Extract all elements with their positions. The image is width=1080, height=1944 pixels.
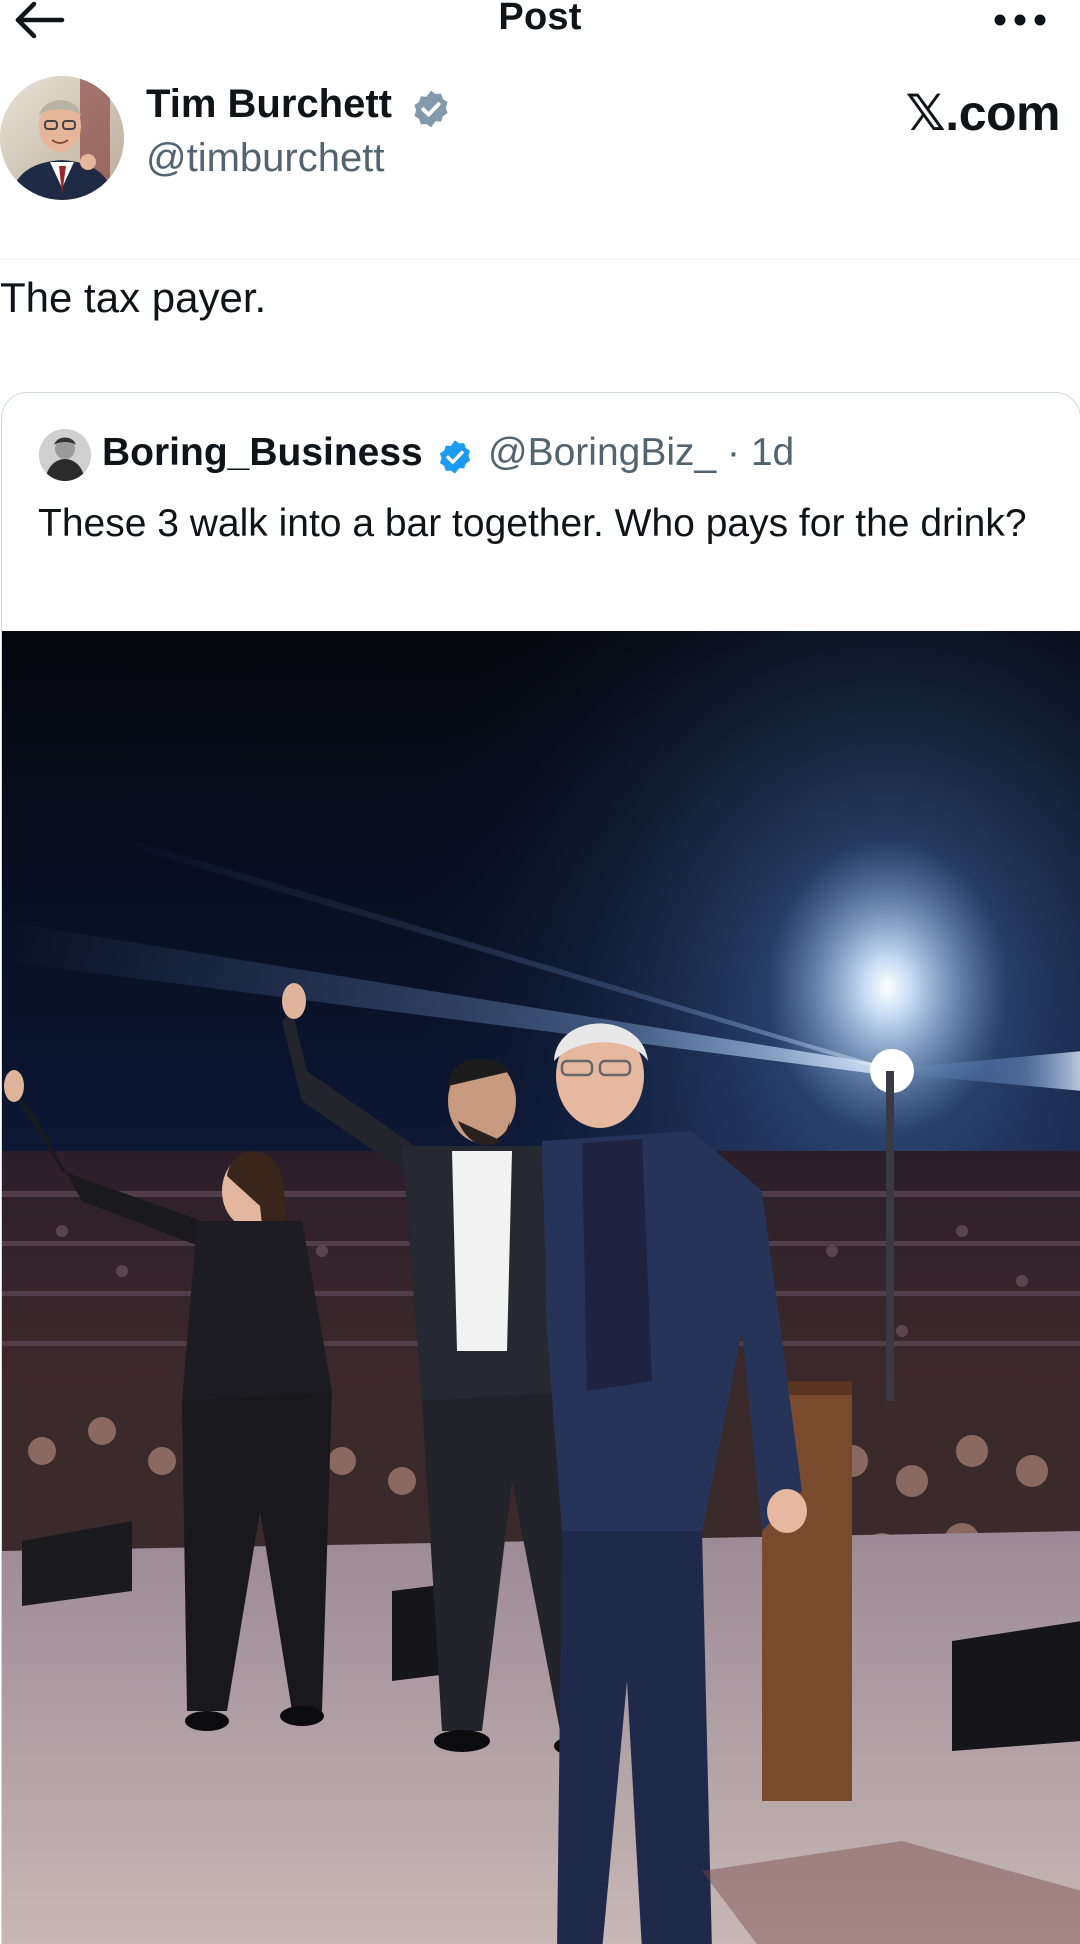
quoted-author-name[interactable]: Boring_Business	[102, 431, 423, 475]
quoted-author-avatar-image	[39, 429, 91, 481]
more-horizontal-icon	[994, 14, 1046, 26]
post-detail-screen: Post Tim Burchett @timburchett 𝕏.com The…	[0, 0, 1080, 1944]
verified-badge-icon	[436, 438, 474, 476]
page-title: Post	[498, 0, 582, 38]
author-name[interactable]: Tim Burchett	[146, 82, 392, 127]
xcom-watermark: 𝕏.com	[905, 85, 1061, 141]
author-avatar[interactable]	[0, 76, 124, 200]
post-text: The tax payer.	[0, 274, 267, 321]
quoted-post-image[interactable]	[2, 631, 1080, 1944]
quoted-handle-and-time[interactable]: @BoringBiz_ · 1d	[488, 431, 794, 475]
more-button[interactable]	[990, 4, 1050, 34]
top-bar: Post	[0, 0, 1080, 46]
quoted-author-avatar[interactable]	[39, 429, 91, 481]
quoted-post-card[interactable]: Boring_Business @BoringBiz_ · 1d These 3…	[1, 392, 1080, 1944]
verified-badge-icon	[410, 88, 452, 130]
author-handle[interactable]: @timburchett	[146, 136, 384, 181]
divider	[0, 259, 1080, 260]
quoted-post-text: These 3 walk into a bar together. Who pa…	[38, 502, 1027, 545]
author-avatar-image	[0, 76, 124, 200]
stage-photo	[2, 631, 1080, 1944]
